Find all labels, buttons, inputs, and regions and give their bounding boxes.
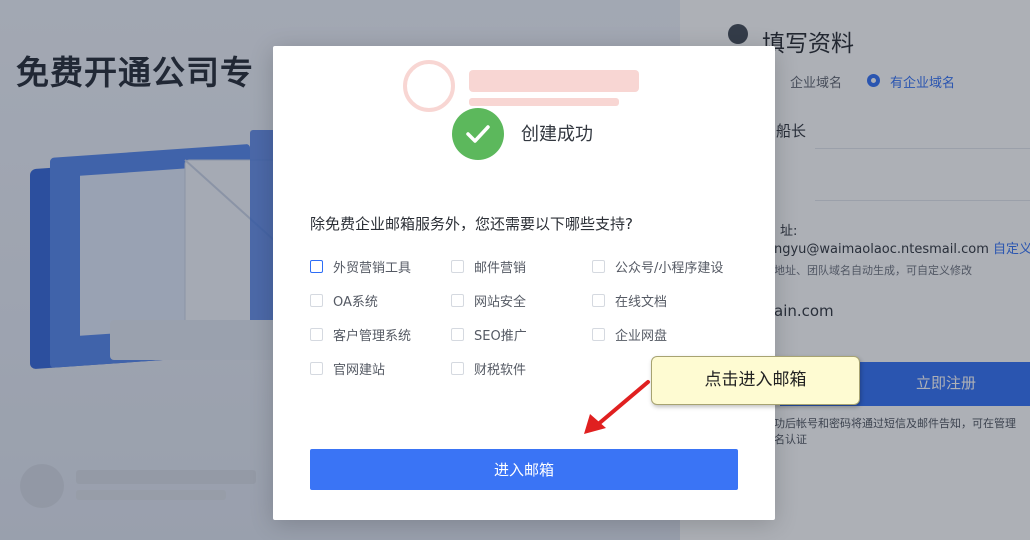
option-label: 客户管理系统 xyxy=(333,328,412,344)
option-label: 在线文档 xyxy=(615,294,668,310)
option-online-docs[interactable]: 在线文档 xyxy=(592,290,667,310)
option-label: 网站安全 xyxy=(474,294,527,310)
option-website-security[interactable]: 网站安全 xyxy=(451,290,526,310)
checkbox[interactable] xyxy=(451,361,464,375)
checkbox[interactable] xyxy=(592,293,605,307)
annotation-arrow-icon xyxy=(584,380,650,434)
watermark-logo xyxy=(403,60,639,112)
checkbox[interactable] xyxy=(310,293,323,307)
option-email-marketing[interactable]: 邮件营销 xyxy=(451,256,526,276)
option-seo[interactable]: SEO推广 xyxy=(451,324,527,344)
option-label: 外贸营销工具 xyxy=(333,260,412,276)
option-label: OA系统 xyxy=(333,294,378,310)
option-label: 财税软件 xyxy=(474,362,527,378)
option-crm[interactable]: 客户管理系统 xyxy=(310,324,411,344)
option-label: 官网建站 xyxy=(333,362,386,378)
checkbox[interactable] xyxy=(310,361,323,375)
option-enterprise-drive[interactable]: 企业网盘 xyxy=(592,324,667,344)
option-label: 公众号/小程序建设 xyxy=(615,260,724,276)
checkbox[interactable] xyxy=(310,259,323,273)
checkbox[interactable] xyxy=(451,293,464,307)
checkbox[interactable] xyxy=(451,259,464,273)
success-check-icon xyxy=(452,108,504,160)
success-message: 创建成功 xyxy=(521,124,593,145)
option-label: 邮件营销 xyxy=(474,260,527,276)
checkbox[interactable] xyxy=(310,327,323,341)
support-question: 除免费企业邮箱服务外，您还需要以下哪些支持? xyxy=(310,215,633,233)
success-modal: 创建成功 除免费企业邮箱服务外，您还需要以下哪些支持? 外贸营销工具 邮件营销 … xyxy=(273,46,775,520)
option-label: 企业网盘 xyxy=(615,328,668,344)
checkbox[interactable] xyxy=(592,259,605,273)
checkbox[interactable] xyxy=(592,327,605,341)
option-oa-system[interactable]: OA系统 xyxy=(310,290,378,310)
option-finance-tax-software[interactable]: 财税软件 xyxy=(451,358,526,378)
option-foreign-trade-marketing[interactable]: 外贸营销工具 xyxy=(310,256,411,276)
enter-mailbox-button[interactable]: 进入邮箱 xyxy=(310,449,738,490)
option-label: SEO推广 xyxy=(474,328,527,344)
option-website-building[interactable]: 官网建站 xyxy=(310,358,385,378)
checkbox[interactable] xyxy=(451,327,464,341)
annotation-callout: 点击进入邮箱 xyxy=(651,356,860,405)
option-official-account-miniprogram[interactable]: 公众号/小程序建设 xyxy=(592,256,723,276)
